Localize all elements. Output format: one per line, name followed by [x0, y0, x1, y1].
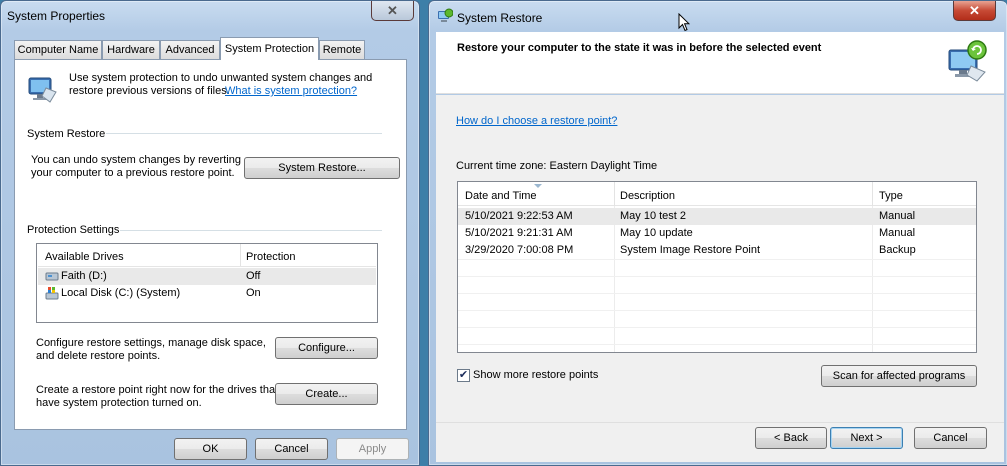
restore-desc-line2: your computer to a previous restore poin… [31, 167, 235, 179]
system-restore-title-icon [438, 8, 453, 22]
how-to-choose-restore-point-link[interactable]: How do I choose a restore point? [456, 115, 617, 128]
restore-points-table[interactable]: Date and Time Description Type 5/10/2021… [457, 181, 977, 353]
group-divider [106, 133, 382, 134]
intro-text-line1: Use system protection to undo unwanted s… [69, 72, 373, 84]
window-title: System Restore [457, 11, 543, 25]
back-button[interactable]: < Back [755, 427, 827, 449]
header-divider [38, 266, 376, 267]
tab-computer-name[interactable]: Computer Name [14, 40, 102, 59]
restore-point-description: May 10 test 2 [620, 210, 687, 222]
system-restore-group-heading: System Restore [27, 128, 106, 140]
restore-point-type: Backup [879, 244, 916, 256]
configure-desc-line1: Configure restore settings, manage disk … [36, 337, 266, 349]
row-gridline [458, 327, 976, 328]
group-divider [120, 230, 382, 231]
row-gridline [458, 293, 976, 294]
column-divider [872, 182, 873, 206]
column-header-protection[interactable]: Protection [246, 251, 296, 263]
checkmark-icon: ✔ [458, 369, 469, 381]
sort-arrow-icon [534, 184, 542, 188]
list-item[interactable]: Faith (D:) Off [38, 268, 376, 285]
what-is-system-protection-link[interactable]: What is system protection? [225, 85, 357, 98]
restore-point-type: Manual [879, 227, 916, 239]
restore-point-date: 3/29/2020 7:00:08 PM [465, 244, 574, 256]
ok-button[interactable]: OK [174, 438, 247, 460]
window-title: System Properties [7, 9, 106, 23]
restore-point-description: May 10 update [620, 227, 693, 239]
configure-desc-line2: and delete restore points. [36, 350, 161, 362]
drive-protection: On [246, 287, 261, 299]
column-divider [240, 244, 241, 266]
tab-advanced[interactable]: Advanced [160, 40, 220, 59]
cancel-button[interactable]: Cancel [914, 427, 987, 449]
create-button[interactable]: Create... [275, 383, 378, 405]
drive-name: Local Disk (C:) (System) [61, 287, 181, 299]
tab-remote[interactable]: Remote [319, 40, 365, 59]
restore-point-type: Manual [879, 210, 916, 222]
show-more-label[interactable]: Show more restore points [473, 369, 598, 382]
close-button[interactable]: ✕ [371, 1, 414, 21]
table-row[interactable]: 5/10/2021 9:21:31 AM May 10 update Manua… [458, 225, 976, 242]
windows-drive-icon [45, 287, 59, 300]
tab-hardware[interactable]: Hardware [102, 40, 160, 59]
close-icon: ✕ [387, 3, 398, 18]
close-button[interactable]: ✕ [953, 1, 996, 21]
protection-settings-heading: Protection Settings [27, 224, 120, 236]
row-gridline [458, 259, 976, 260]
close-icon: ✕ [969, 3, 980, 18]
system-restore-icon [948, 40, 987, 82]
show-more-checkbox[interactable]: ✔ [457, 369, 470, 382]
drive-icon [45, 272, 59, 281]
column-header-date-and-time[interactable]: Date and Time [465, 190, 537, 202]
table-row[interactable]: 3/29/2020 7:00:08 PM System Image Restor… [458, 242, 976, 259]
system-restore-button[interactable]: System Restore... [244, 157, 400, 179]
restore-point-description: System Image Restore Point [620, 244, 761, 256]
wizard-heading: Restore your computer to the state it wa… [457, 42, 822, 54]
table-row[interactable]: 5/10/2021 9:22:53 AM May 10 test 2 Manua… [458, 208, 976, 225]
scan-affected-programs-button[interactable]: Scan for affected programs [821, 365, 977, 387]
drive-name: Faith (D:) [61, 270, 107, 282]
drive-protection: Off [246, 270, 261, 282]
create-desc-line2: have system protection turned on. [36, 397, 202, 409]
column-divider [614, 182, 615, 206]
row-gridline [458, 344, 976, 345]
column-header-available-drives[interactable]: Available Drives [45, 251, 124, 263]
system-protection-icon [28, 77, 57, 103]
apply-button[interactable]: Apply [336, 438, 409, 460]
timezone-label: Current time zone: Eastern Daylight Time [456, 160, 658, 172]
restore-point-date: 5/10/2021 9:22:53 AM [465, 210, 573, 222]
mouse-cursor-icon [678, 13, 690, 32]
configure-button[interactable]: Configure... [275, 337, 378, 359]
next-button[interactable]: Next > [830, 427, 903, 449]
create-desc-line1: Create a restore point right now for the… [36, 384, 279, 396]
column-header-type[interactable]: Type [879, 190, 903, 202]
tab-system-protection[interactable]: System Protection [220, 37, 319, 60]
restore-point-date: 5/10/2021 9:21:31 AM [465, 227, 573, 239]
list-item[interactable]: Local Disk (C:) (System) On [38, 285, 376, 302]
intro-text-line2: restore previous versions of files. [69, 85, 230, 97]
row-gridline [458, 276, 976, 277]
cancel-button[interactable]: Cancel [255, 438, 328, 460]
column-header-description[interactable]: Description [620, 190, 675, 202]
row-gridline [458, 310, 976, 311]
drives-list[interactable]: Available Drives Protection Faith (D:) O… [36, 243, 378, 323]
table-header: Date and Time Description Type [458, 182, 976, 206]
restore-desc-line1: You can undo system changes by reverting [31, 154, 241, 166]
